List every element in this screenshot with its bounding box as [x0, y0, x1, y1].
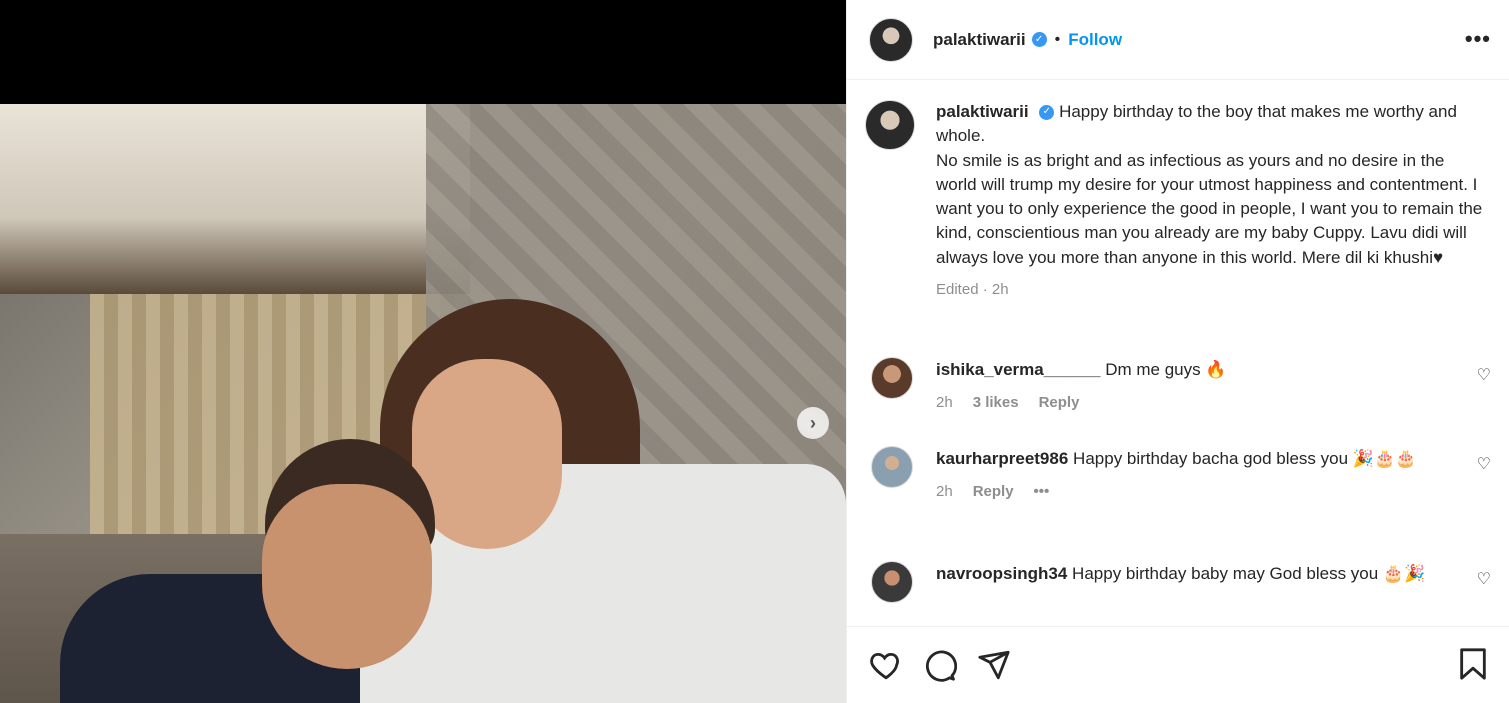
caption-text-2: No smile is as bright and as infectious … [936, 150, 1483, 267]
header-separator: • [1054, 30, 1061, 48]
comment-meta: 2h Reply ••• [936, 479, 1446, 504]
caption-avatar[interactable] [865, 100, 915, 150]
reply-button[interactable]: Reply [1039, 390, 1080, 415]
commenter-avatar[interactable] [871, 357, 913, 399]
comment-more-icon[interactable]: ••• [1034, 479, 1050, 504]
post-dialog: › palaktiwarii ✓ • Follow ••• palaktiwar… [0, 0, 1509, 703]
commenter-avatar[interactable] [871, 561, 913, 603]
post-header: palaktiwarii ✓ • Follow ••• [847, 0, 1509, 80]
comment-time: 2h [936, 483, 953, 500]
verified-badge-icon: ✓ [1031, 32, 1047, 47]
comment-icon[interactable] [923, 648, 957, 682]
commenter-avatar[interactable] [871, 446, 913, 488]
post-caption: palaktiwarii ✓ Happy birthday to the boy… [865, 100, 1495, 302]
caption-username[interactable]: palaktiwarii [936, 102, 1029, 121]
post-photo [0, 104, 846, 703]
author-username[interactable]: palaktiwarii [933, 30, 1026, 50]
chevron-right-icon: › [810, 412, 816, 433]
author-avatar[interactable] [869, 17, 913, 62]
caption-meta: Edited · 2h [936, 281, 1009, 299]
comment-username[interactable]: kaurharpreet986 [936, 449, 1068, 468]
verified-badge-icon: ✓ [1039, 105, 1055, 121]
post-actions [847, 626, 1509, 703]
comment-item: ishika_verma______ Dm me guys 🔥 2h 3 lik… [871, 357, 1491, 415]
comment-text: Happy birthday bacha god bless you 🎉🎂🎂 [1073, 449, 1417, 468]
photo-ceiling [0, 104, 470, 294]
like-comment-heart-icon[interactable]: ♡ [1477, 454, 1491, 474]
post-media: › [0, 0, 846, 703]
heart-icon[interactable] [869, 648, 903, 682]
comment-username[interactable]: navroopsingh34 [936, 564, 1067, 583]
comment-text: Happy birthday baby may God bless you 🎂🎉 [1072, 564, 1426, 583]
photo-boy-face [262, 484, 432, 669]
like-comment-heart-icon[interactable]: ♡ [1477, 569, 1491, 589]
comment-username[interactable]: ishika_verma______ [936, 360, 1100, 379]
comment-item: navroopsingh34 Happy birthday baby may G… [871, 561, 1491, 603]
reply-button[interactable]: Reply [973, 479, 1014, 504]
comment-meta: 2h 3 likes Reply [936, 390, 1446, 415]
comment-text: Dm me guys 🔥 [1105, 360, 1227, 379]
comments-area[interactable]: palaktiwarii ✓ Happy birthday to the boy… [847, 80, 1509, 625]
like-comment-heart-icon[interactable]: ♡ [1477, 365, 1491, 385]
post-sidebar: palaktiwarii ✓ • Follow ••• palaktiwarii… [846, 0, 1509, 703]
comment-time: 2h [936, 394, 953, 411]
comment-likes[interactable]: 3 likes [973, 390, 1019, 415]
comment-body: ishika_verma______ Dm me guys 🔥 2h 3 lik… [936, 357, 1446, 415]
follow-button[interactable]: Follow [1068, 30, 1122, 50]
comment-body: kaurharpreet986 Happy birthday bacha god… [936, 446, 1446, 504]
comment-item: kaurharpreet986 Happy birthday bacha god… [871, 446, 1491, 504]
caption-body: palaktiwarii ✓ Happy birthday to the boy… [936, 100, 1486, 302]
more-options-icon[interactable]: ••• [1465, 26, 1491, 52]
send-icon[interactable] [977, 648, 1011, 682]
bookmark-icon[interactable] [1458, 647, 1488, 681]
comment-body: navroopsingh34 Happy birthday baby may G… [936, 561, 1446, 603]
next-slide-button[interactable]: › [797, 407, 829, 439]
